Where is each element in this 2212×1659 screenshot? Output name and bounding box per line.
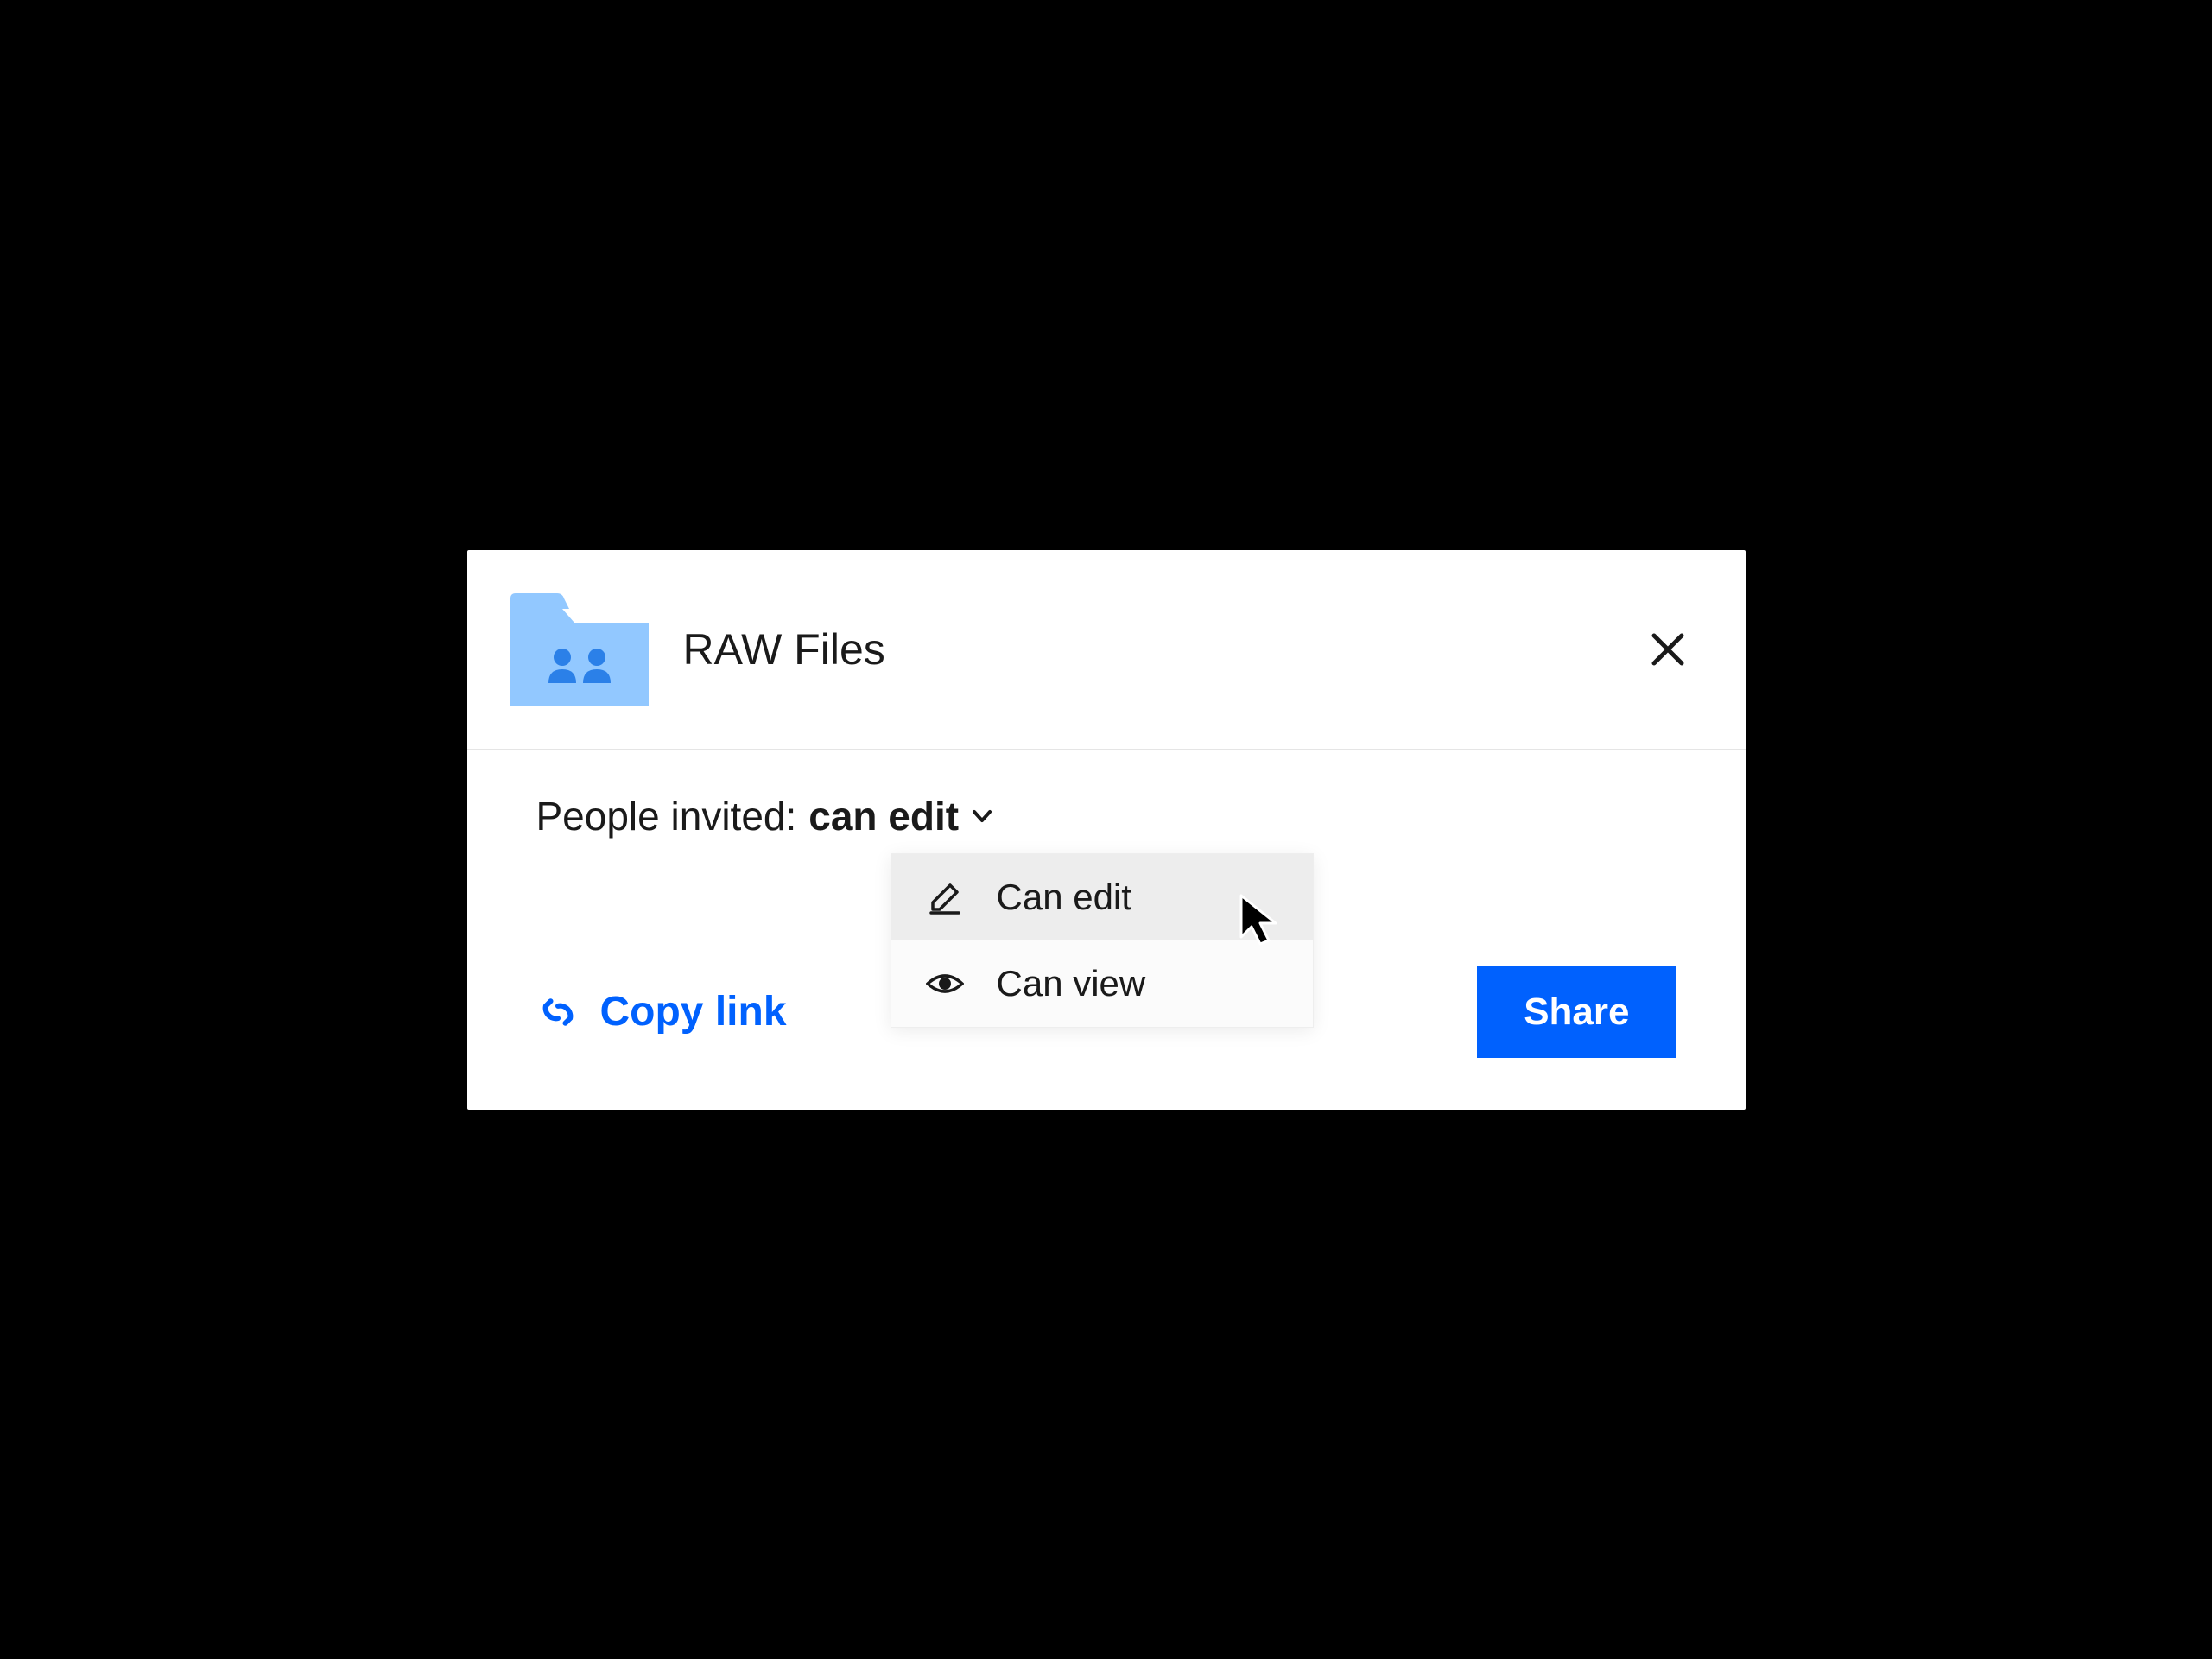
permission-selector[interactable]: can edit — [808, 793, 993, 845]
eye-icon — [926, 965, 964, 1003]
folder-title: RAW Files — [683, 624, 1642, 674]
copy-link-button[interactable]: Copy link — [536, 988, 787, 1035]
copy-link-label: Copy link — [600, 988, 787, 1035]
chevron-down-icon — [971, 805, 993, 827]
permission-dropdown: Can edit Can view — [891, 853, 1314, 1028]
close-icon — [1651, 632, 1685, 667]
invite-label: People invited: — [536, 793, 797, 839]
share-button[interactable]: Share — [1477, 966, 1676, 1058]
shared-folder-icon — [510, 593, 649, 706]
dropdown-option-label: Can view — [997, 963, 1146, 1004]
close-button[interactable] — [1642, 624, 1694, 675]
permission-selected-value: can edit — [808, 793, 959, 839]
dropdown-option-can-view[interactable]: Can view — [891, 940, 1313, 1027]
link-icon — [536, 991, 580, 1034]
dropdown-option-can-edit[interactable]: Can edit — [891, 854, 1313, 940]
dropdown-option-label: Can edit — [997, 877, 1131, 918]
dialog-body: People invited: can edit Can edit Can vi… — [467, 750, 1746, 1110]
dialog-header: RAW Files — [467, 550, 1746, 750]
invite-row: People invited: can edit — [536, 793, 1676, 845]
share-dialog: RAW Files People invited: can edit Can e… — [467, 550, 1746, 1110]
pencil-icon — [926, 878, 964, 916]
